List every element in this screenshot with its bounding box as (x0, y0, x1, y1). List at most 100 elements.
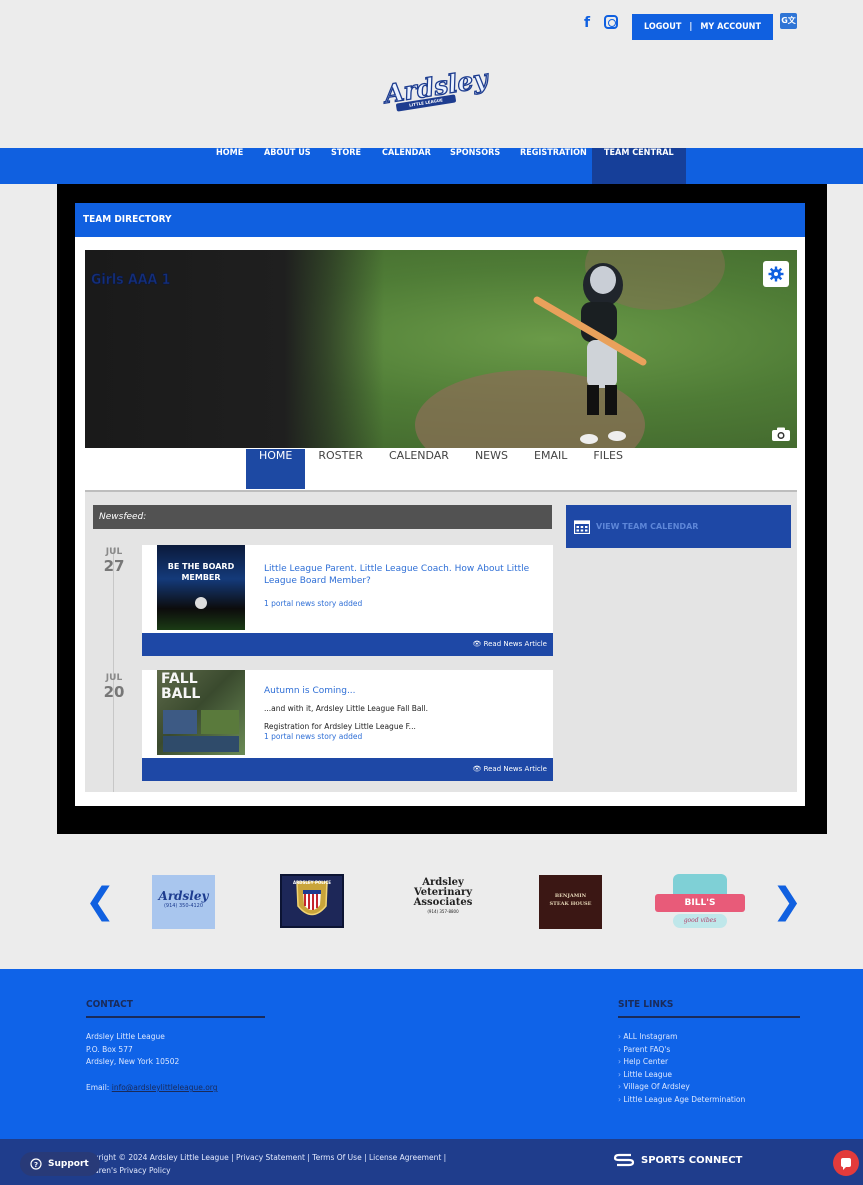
site-link[interactable]: Little League Age Determination (618, 1094, 768, 1107)
tab-news[interactable]: NEWS (462, 449, 521, 489)
news-meta: 1 portal news story added (264, 732, 363, 741)
nav-item-calendar[interactable]: CALENDAR (382, 148, 431, 184)
baseball-graphic (195, 597, 207, 609)
site-links-heading: SITE LINKS (618, 999, 674, 1010)
view-team-calendar-button[interactable]: VIEW TEAM CALENDAR (566, 505, 791, 548)
sponsor-logo[interactable]: BILL'S good vibes (655, 872, 745, 930)
sponsor-logo[interactable]: ARDSLEY POLICE (280, 874, 344, 928)
team-directory-bar[interactable]: TEAM DIRECTORY (75, 203, 805, 237)
sponsor-name: BENJAMIN STEAK HOUSE (539, 892, 602, 908)
translate-icon[interactable]: G文 (780, 13, 797, 29)
site-link[interactable]: Little League (618, 1069, 768, 1082)
carousel-next-button[interactable]: ❯ (772, 884, 802, 920)
tab-email[interactable]: EMAIL (521, 449, 580, 489)
news-month: JUL (105, 547, 123, 557)
support-button[interactable]: ? Support (20, 1152, 100, 1176)
tab-calendar[interactable]: CALENDAR (376, 449, 462, 489)
copyright-line[interactable]: yright © 2024 Ardsley Little League | Pr… (94, 1151, 514, 1164)
facebook-icon[interactable]: f (584, 15, 590, 31)
read-news-article-link[interactable]: 👁 Read News Article (142, 633, 553, 656)
news-title-link[interactable]: Autumn is Coming... (264, 685, 544, 697)
sponsor-name: Ardsley (158, 889, 209, 903)
team-name: Girls AAA 1 (91, 272, 171, 289)
nav-item-sponsors[interactable]: SPONSORS (450, 148, 500, 184)
nav-item-registration[interactable]: REGISTRATION (520, 148, 587, 184)
tab-roster[interactable]: ROSTER (305, 449, 376, 489)
my-account-link[interactable]: MY ACCOUNT (700, 22, 761, 32)
site-header: f LOGOUT | MY ACCOUNT G文 Ardsley LITTLE … (0, 0, 863, 148)
support-label: Support (48, 1159, 89, 1169)
chat-icon (841, 1158, 851, 1170)
eye-icon: 👁 (472, 640, 484, 648)
news-thumbnail[interactable]: BE THE BOARD MEMBER (157, 545, 245, 630)
news-title-link[interactable]: Little League Parent. Little League Coac… (264, 563, 544, 587)
contact-heading: CONTACT (86, 999, 133, 1010)
site-link[interactable]: Parent FAQ's (618, 1044, 768, 1057)
email-link[interactable]: info@ardsleylittleleague.org (112, 1083, 218, 1092)
photo-tile (201, 710, 239, 734)
site-link[interactable]: Village Of Ardsley (618, 1081, 768, 1094)
sponsor-name-line: BENJAMIN (554, 893, 587, 899)
contact-line: Ardsley Little League (86, 1032, 165, 1041)
read-news-label: Read News Article (483, 640, 547, 648)
news-card: FALL BALL Autumn is Coming... ...and wit… (142, 670, 553, 781)
news-body-line: ...and with it, Ardsley Little League Fa… (264, 704, 429, 713)
nav-item-about-us[interactable]: ABOUT US (264, 148, 311, 184)
carousel-prev-button[interactable]: ❮ (85, 884, 115, 920)
site-links-list: ALL Instagram Parent FAQ's Help Center L… (618, 1031, 768, 1106)
sponsor-name-line: STEAK HOUSE (549, 901, 592, 907)
logout-link[interactable]: LOGOUT (644, 22, 681, 32)
calendar-icon (574, 520, 590, 534)
sponsor-logo[interactable]: Ardsley (914) 350-4120 (152, 875, 215, 929)
read-news-label: Read News Article (483, 765, 547, 773)
thumbnail-caption: BE THE BOARD MEMBER (167, 562, 235, 582)
news-meta: 1 portal news story added (264, 599, 363, 608)
read-news-article-link[interactable]: 👁 Read News Article (142, 758, 553, 781)
news-card: BE THE BOARD MEMBER Little League Parent… (142, 545, 553, 656)
nav-item-home[interactable]: HOME (216, 148, 243, 184)
site-logo[interactable]: Ardsley LITTLE LEAGUE (380, 63, 490, 118)
sponsor-logo[interactable]: Ardsley Veterinary Associates (914) 357-… (408, 878, 478, 928)
sports-connect-logo[interactable]: SPORTS CONNECT (613, 1149, 742, 1171)
site-link[interactable]: Help Center (618, 1056, 768, 1069)
contact-address: Ardsley Little League P.O. Box 577 Ardsl… (86, 1031, 179, 1069)
footer-bottom-bar: yright © 2024 Ardsley Little League | Pr… (0, 1139, 863, 1185)
news-date: JUL 27 (94, 547, 134, 575)
account-bar: LOGOUT | MY ACCOUNT (632, 14, 773, 40)
tab-files[interactable]: FILES (580, 449, 636, 489)
sports-connect-label: SPORTS CONNECT (641, 1154, 743, 1166)
news-month: JUL (105, 673, 123, 683)
news-day: 27 (103, 557, 125, 575)
photo-tile (163, 710, 197, 734)
news-text: Autumn is Coming... ...and with it, Ards… (264, 685, 544, 742)
nav-item-store[interactable]: STORE (331, 148, 361, 184)
sponsor-name: BILL'S (655, 894, 745, 912)
news-text: Little League Parent. Little League Coac… (264, 563, 544, 609)
sponsor-logo[interactable]: BENJAMIN STEAK HOUSE (539, 875, 602, 929)
sports-connect-icon (613, 1153, 635, 1167)
newsfeed-header: Newsfeed: (93, 505, 552, 529)
thumbnail-caption: FALL BALL (161, 671, 201, 702)
news-day: 20 (103, 683, 125, 701)
site-link[interactable]: ALL Instagram (618, 1031, 768, 1044)
instagram-icon[interactable] (604, 15, 618, 29)
contact-divider (86, 1016, 265, 1018)
nav-item-team-central[interactable]: TEAM CENTRAL (592, 148, 686, 184)
team-settings-button[interactable] (763, 261, 789, 287)
copyright-line[interactable]: dren's Privacy Policy (94, 1164, 514, 1177)
team-tabs: HOME ROSTER CALENDAR NEWS EMAIL FILES (246, 449, 636, 489)
news-body-line: Registration for Ardsley Little League F… (264, 722, 416, 731)
chat-button[interactable] (833, 1150, 859, 1176)
tab-home[interactable]: HOME (246, 449, 306, 489)
news-date: JUL 20 (94, 673, 134, 701)
sponsor-carousel: ❮ Ardsley (914) 350-4120 ARDSLEY POLICE … (0, 834, 863, 969)
eye-icon: 👁 (472, 765, 484, 773)
newsfeed-area: Newsfeed: VIEW TEAM CALENDAR JUL 27 BE T… (85, 490, 797, 792)
news-thumbnail[interactable]: FALL BALL (157, 670, 245, 755)
photo-tile (163, 736, 239, 752)
timeline-line (113, 548, 114, 792)
contact-email: Email: info@ardsleylittleleague.org (86, 1082, 218, 1095)
help-circle-icon: ? (30, 1158, 42, 1170)
camera-icon[interactable] (771, 426, 791, 442)
site-links-divider (618, 1016, 800, 1018)
